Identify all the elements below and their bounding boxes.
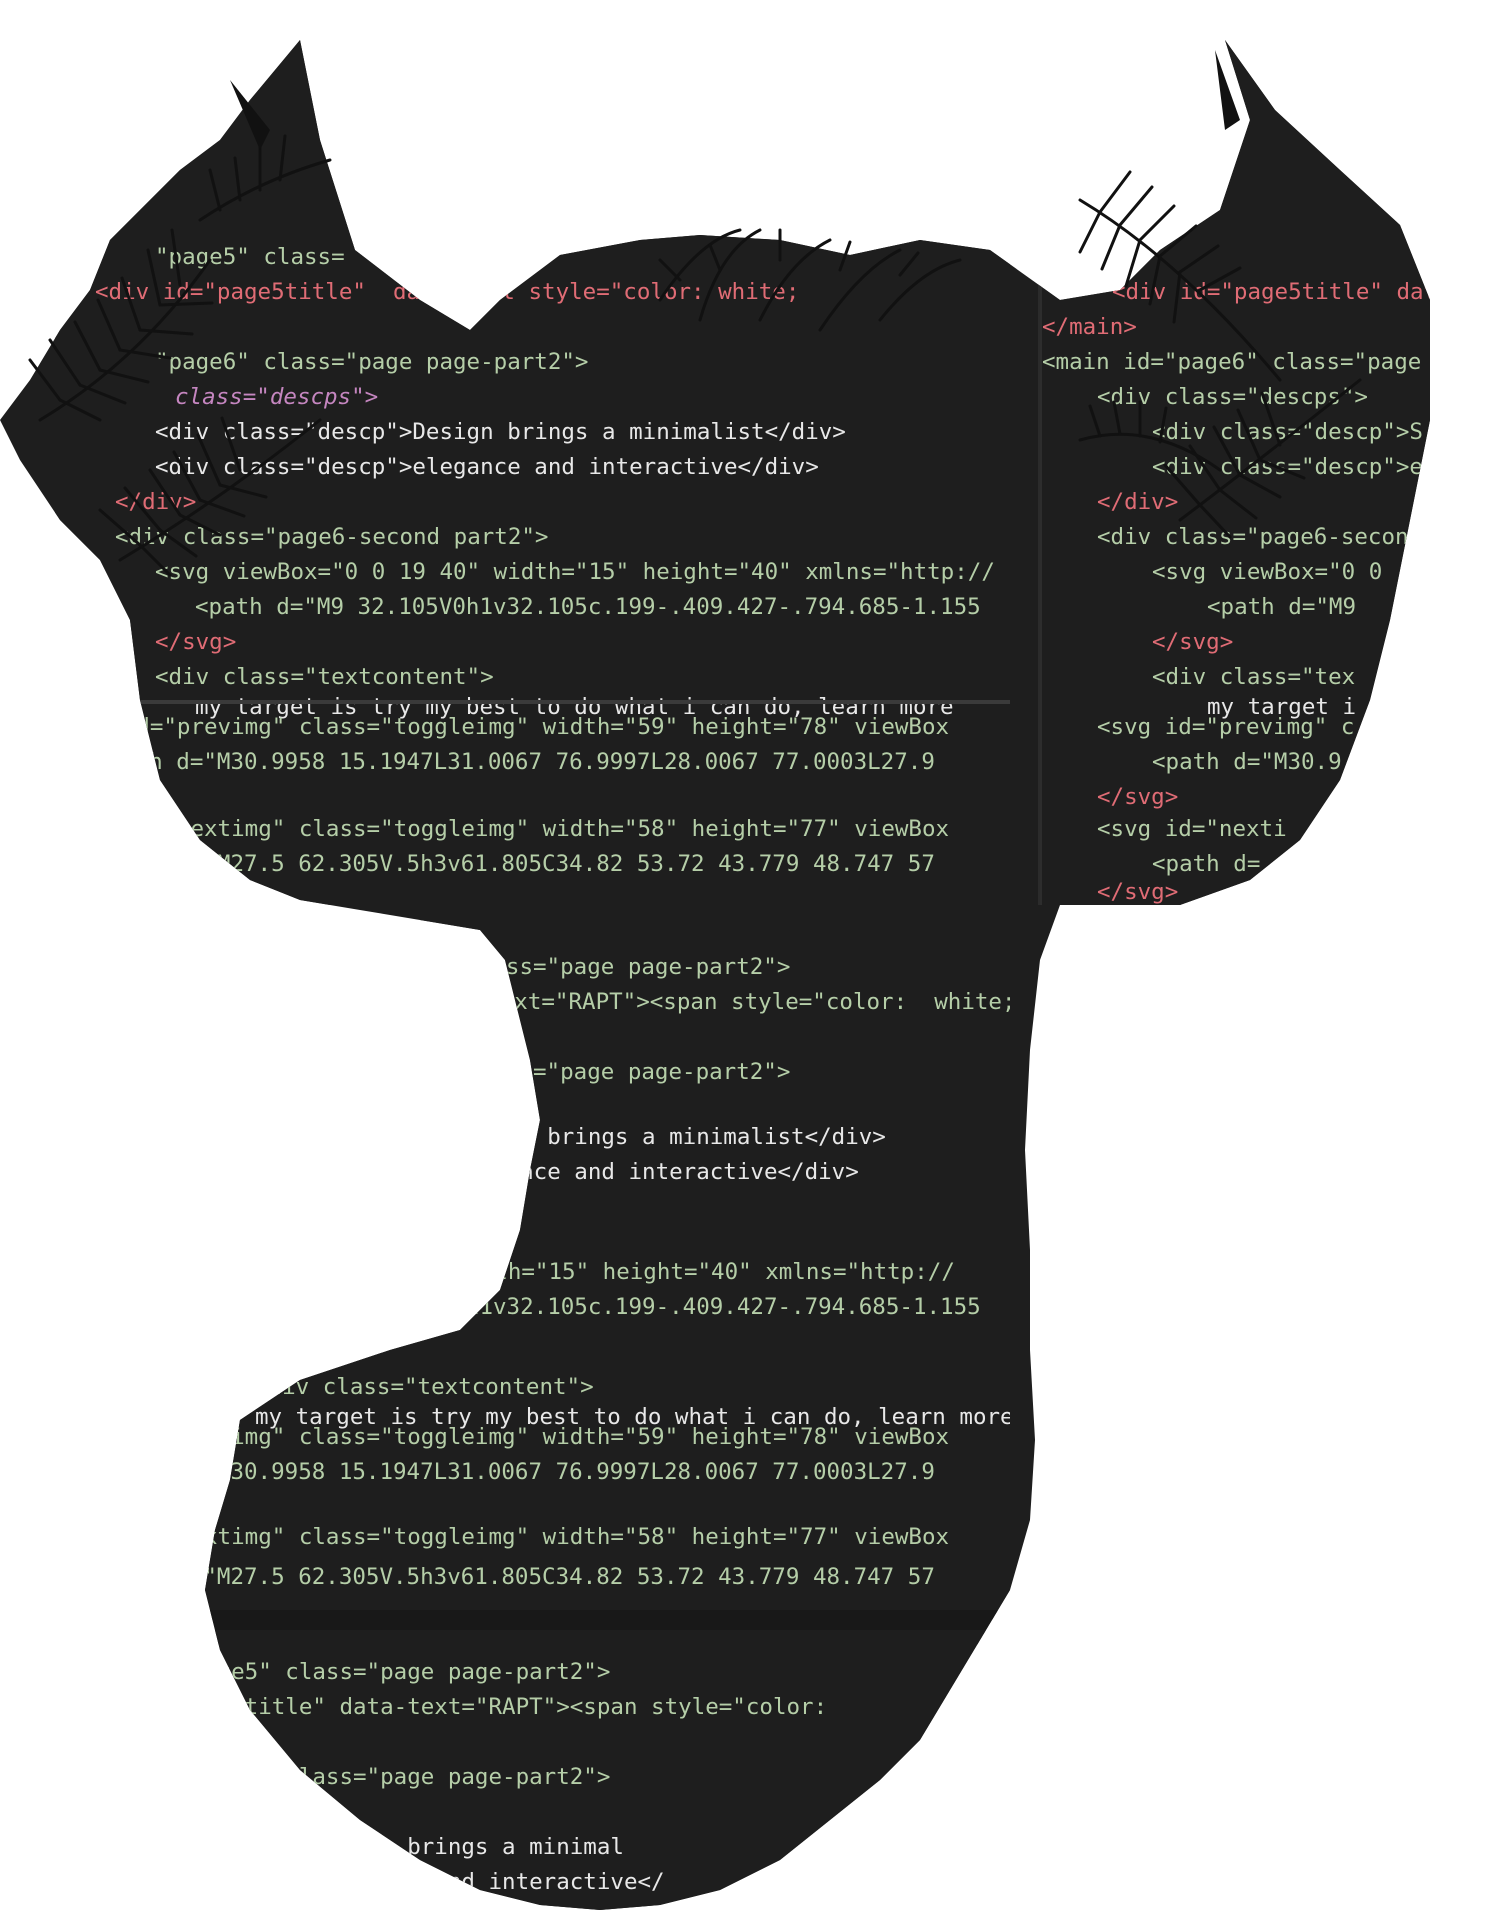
code-line: <main id="page6" class="page page-part2"… [235,1059,791,1085]
editor-split-divider [1038,0,1040,905]
code-line: </svg> [155,629,237,655]
code-line: <main id="page5" class="page page-part2"… [55,1659,611,1685]
code-line: <div id="page5title" data [1112,279,1451,305]
code-line: <div class="descps"> [1097,384,1368,410]
code-line: <path d="M9 [1207,594,1357,620]
code-line: <svg id="previmg" c [1097,714,1355,740]
code-line: <div class="page6-second part2"> [115,524,549,550]
code-line: <main id="page6" class="page [1042,349,1422,375]
code-line: <div class="page6-secon [1097,524,1409,550]
code-line: </div> [1097,489,1179,515]
code-line: <div id="page5title" data-text style="co… [95,279,800,305]
code-line: <svg id="nexti [1097,816,1287,842]
editor-pane-left: "page5" class= <div id="page5title" data… [55,0,1010,905]
code-line: </svg> [1097,879,1179,905]
code-line: <div class="descp">Design brings a minim… [195,1124,886,1150]
code-line: <path d="M30.9958 15.1947L31.0067 76.999… [95,749,935,775]
code-line: </svg> [1152,629,1234,655]
code-line: <path d="M9 32.105V0h1v32.105c.199-.409.… [195,594,981,620]
editor-pane-bottom: <main id="page5" class="page page-part2"… [55,1630,1010,1920]
code-line: <svg id="nextimg" class="toggleimg" widt… [55,1524,950,1550]
code-line: <path d="M30.9958 15.1947L31.0067 76.999… [95,1459,935,1485]
editor-pane-lower: <main id="page5" class="page page-part2"… [55,920,1010,1620]
code-line: <svg viewBox="0 0 19 40" width="15" heig… [155,559,995,585]
code-line: <svg id="nextimg" class="toggleimg" widt… [55,816,950,842]
code-line: <div class="descp">elegance and interact… [55,1869,665,1895]
code-line: <div class="textcontent"> [255,1374,594,1400]
code-line: class="descps"> [175,384,379,410]
code-line: <div class="descp">Design brings a minim… [55,1834,624,1860]
code-line: <div class="descp">S [1152,419,1423,445]
code-line: <div class="descp">elegance and interact… [195,1159,859,1185]
code-line: <div class="tex [1152,664,1356,690]
code-line: <main id="page5" class="page page-part2"… [235,954,791,980]
code-line: </main> [1042,314,1137,340]
code-line: <path d="M27.5 62.305V.5h3v61.805C34.82 … [95,851,935,877]
code-line: <path d="M30.9 [1152,749,1342,775]
code-line: <main id="page6" class="page page-part2"… [55,1764,611,1790]
code-line: <svg id="previmg" class="toggleimg" widt… [55,714,950,740]
code-line: <path d="M27.5 62.305V.5h3v61.805C34.82 … [95,1564,935,1590]
code-line: <div class="descp">elegance and interact… [155,454,819,480]
code-line: <path d="M9 32.105V0h1v32.105c.199-.409.… [195,1294,981,1320]
code-line: </div> [115,489,197,515]
code-line: <div class="textcontent"> [155,664,494,690]
code-line: <svg viewBox="0 0 19 40" width="15" heig… [115,1259,955,1285]
code-line: </svg> [1097,784,1179,810]
editor-pane-right: <div id="page5title" data </main> <main … [1040,0,1491,905]
deer-artwork: "page5" class= <div id="page5title" data… [0,0,1491,1920]
code-line: <div id="page5title" data-text="RAPT"><s… [135,989,1010,1015]
code-fill: "page5" class= <div id="page5title" data… [0,0,1491,1920]
code-line: <div class="descp">e [1152,454,1423,480]
code-line: <div class="descp">Design brings a minim… [155,419,846,445]
separator [55,700,1010,704]
code-line: <svg id="previmg" class="toggleimg" widt… [55,1424,950,1450]
code-line: "page5" class= [155,244,345,270]
code-line: <svg viewBox="0 0 [1152,559,1383,585]
code-line: <div id="page5title" data-text="RAPT"><s… [55,1694,828,1720]
code-line: "page6" class="page page-part2"> [155,349,589,375]
